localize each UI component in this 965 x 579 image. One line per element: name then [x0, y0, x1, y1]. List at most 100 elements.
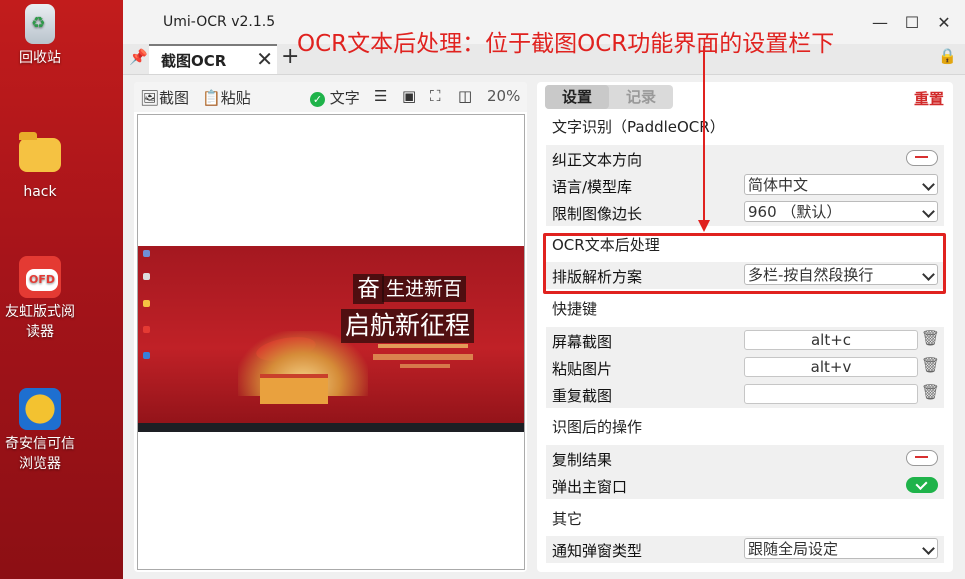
maximize-button[interactable]: ☐: [899, 10, 925, 36]
window-title: Umi-OCR v2.1.5: [163, 14, 276, 30]
ocr-text-box[interactable]: 生进新百: [382, 276, 467, 302]
mini-desktop-icon: [143, 300, 150, 307]
annotation-highlight-box: [543, 233, 946, 294]
chevron-down-icon: [922, 542, 935, 555]
section-other: 其它: [552, 510, 583, 528]
recycle-bin-icon: [25, 4, 55, 44]
paste-button[interactable]: 📋粘贴: [202, 87, 251, 108]
text-toggle-label: 文字: [329, 89, 360, 107]
desktop-icon-label: hack: [23, 184, 57, 200]
image-preview[interactable]: 奋 生进新百 启航新征程: [137, 114, 525, 570]
save-icon[interactable]: ▣: [402, 87, 416, 105]
setting-label: 重复截图: [552, 387, 613, 405]
annotation-arrow: [703, 46, 705, 222]
setting-fix-direction: 纠正文本方向: [546, 145, 944, 172]
mini-desktop-icon: [143, 273, 150, 280]
setting-label: 弹出主窗口: [552, 478, 628, 496]
panel-switch: 设置 记录: [545, 85, 673, 109]
ocr-text-box[interactable]: 奋: [353, 274, 384, 304]
copy-result-toggle[interactable]: [906, 450, 938, 466]
setting-notify-type: 通知弹窗类型 跟随全局设定: [546, 536, 944, 563]
setting-limit-side: 限制图像边长 960 （默认）: [546, 199, 944, 226]
lock-icon[interactable]: 🔒: [938, 47, 957, 65]
tab-records[interactable]: 记录: [609, 85, 673, 109]
setting-label: 复制结果: [552, 451, 613, 469]
banner-subtitle-bar: [378, 344, 468, 348]
reset-button[interactable]: 重置: [914, 88, 944, 109]
mini-taskbar: [138, 423, 524, 432]
hotkey-repeat-field[interactable]: [744, 384, 918, 404]
image-toolbar: 🖼截图 📋粘贴 ✓ 文字 ☰ ▣ ⛶ ◫ 20%: [134, 82, 527, 112]
setting-copy-result: 复制结果: [546, 445, 944, 472]
mini-desktop-icon: [143, 250, 150, 257]
setting-hotkey-screenshot: 屏幕截图 alt+c 🗑: [546, 327, 944, 354]
desktop-icon-ofd-reader[interactable]: 友虹版式阅读器: [0, 256, 80, 342]
building-graphic: [260, 374, 328, 404]
ofd-reader-icon: [19, 256, 61, 298]
ocr-text-box[interactable]: 启航新征程: [341, 309, 475, 343]
setting-language: 语言/模型库 简体中文: [546, 172, 944, 199]
mini-desktop-icon: [143, 326, 150, 333]
trash-icon[interactable]: 🗑: [921, 329, 940, 347]
desktop-icon-hack[interactable]: hack: [0, 132, 80, 202]
desktop-icon-recycle-bin[interactable]: 回收站: [0, 4, 80, 68]
chevron-down-icon: [922, 178, 935, 191]
tab-label: 截图OCR: [161, 52, 227, 70]
select-value: 跟随全局设定: [748, 540, 839, 558]
annotation-text: OCR文本后处理：位于截图OCR功能界面的设置栏下: [297, 31, 835, 57]
limit-side-select[interactable]: 960 （默认）: [744, 201, 938, 222]
screenshot-label: 截图: [159, 89, 190, 107]
list-icon[interactable]: ☰: [374, 87, 387, 105]
mini-desktop-icon: [143, 352, 150, 359]
language-select[interactable]: 简体中文: [744, 174, 938, 195]
trash-icon[interactable]: 🗑: [921, 356, 940, 374]
chevron-down-icon: [922, 205, 935, 218]
fix-direction-toggle[interactable]: [906, 150, 938, 166]
screenshot-image: 奋 生进新百 启航新征程: [138, 246, 524, 432]
setting-label: 屏幕截图: [552, 333, 613, 351]
tab-screenshot-ocr[interactable]: 截图OCR ✕: [149, 44, 277, 74]
close-window-button[interactable]: ✕: [931, 10, 957, 36]
setting-label: 通知弹窗类型: [552, 542, 643, 560]
desktop-icon-qianxin-browser[interactable]: 奇安信可信浏览器: [0, 388, 80, 474]
trash-icon[interactable]: 🗑: [921, 383, 940, 401]
screenshot-button[interactable]: 🖼截图: [140, 87, 189, 108]
hotkey-screenshot-field[interactable]: alt+c: [744, 330, 918, 350]
setting-hotkey-repeat: 重复截图 🗑: [546, 381, 944, 408]
columns-icon[interactable]: ◫: [458, 87, 472, 105]
desktop-icon-label: 回收站: [19, 50, 61, 66]
setting-label: 限制图像边长: [552, 205, 643, 223]
text-toggle[interactable]: ✓ 文字: [310, 87, 360, 108]
banner-subtitle-bar: [400, 364, 450, 368]
fit-screen-icon[interactable]: ⛶: [430, 87, 441, 105]
folder-icon: [19, 132, 61, 172]
section-hotkeys: 快捷键: [552, 300, 598, 318]
annotation-arrow-head: [698, 220, 710, 232]
setting-label: 语言/模型库: [552, 178, 633, 196]
hotkey-paste-field[interactable]: alt+v: [744, 357, 918, 377]
desktop-icon-label: 奇安信可信浏览器: [5, 436, 75, 472]
section-ocr: 文字识别（PaddleOCR）: [552, 118, 725, 136]
pin-icon[interactable]: 📌: [129, 48, 148, 66]
desktop-icon-label: 友虹版式阅读器: [5, 304, 75, 340]
setting-popup-main: 弹出主窗口: [546, 472, 944, 499]
select-value: 简体中文: [748, 176, 809, 194]
notify-type-select[interactable]: 跟随全局设定: [744, 538, 938, 559]
image-icon: 🖼: [140, 89, 160, 107]
zoom-level[interactable]: 20%: [487, 87, 520, 105]
qianxin-browser-icon: [19, 388, 61, 430]
tab-settings[interactable]: 设置: [545, 85, 609, 109]
minimize-button[interactable]: —: [867, 10, 893, 36]
popup-main-toggle[interactable]: [906, 477, 938, 493]
paste-label: 粘贴: [220, 89, 251, 107]
image-panel: 🖼截图 📋粘贴 ✓ 文字 ☰ ▣ ⛶ ◫ 20% 奋 生进新百 启航新征程: [134, 82, 527, 572]
select-value: 960 （默认）: [748, 203, 842, 221]
clipboard-icon: 📋: [202, 89, 221, 107]
close-tab-icon[interactable]: ✕: [256, 47, 273, 71]
setting-label: 粘贴图片: [552, 360, 613, 378]
banner-subtitle-bar: [373, 354, 473, 360]
setting-label: 纠正文本方向: [552, 151, 643, 169]
settings-panel: 设置 记录 重置 文字识别（PaddleOCR） 纠正文本方向 语言/模型库 简…: [537, 82, 953, 572]
setting-hotkey-paste: 粘贴图片 alt+v 🗑: [546, 354, 944, 381]
check-circle-icon: ✓: [310, 92, 325, 107]
